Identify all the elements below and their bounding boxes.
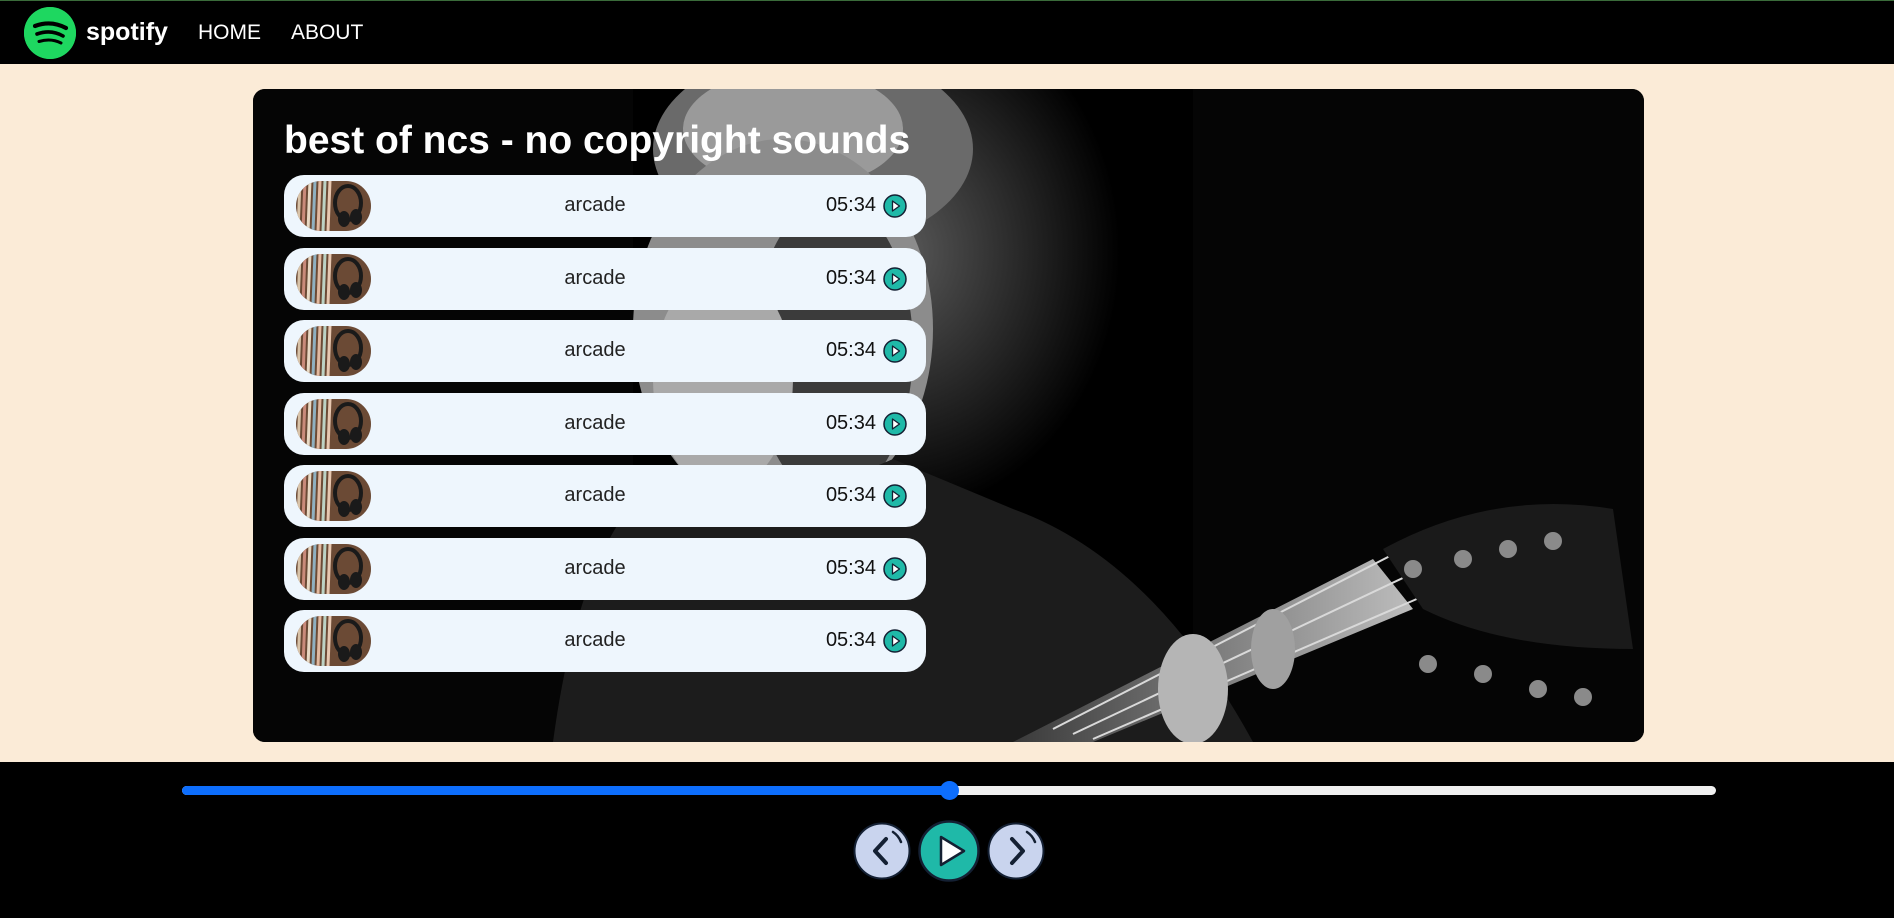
progress-bar[interactable]	[182, 781, 1716, 800]
logo[interactable]: spotify	[24, 6, 168, 59]
playlist-title: best of ncs - no copyright sounds	[284, 119, 911, 162]
song-name: arcade	[564, 339, 626, 361]
song-duration: 05:34	[825, 629, 876, 651]
song-name: arcade	[564, 484, 626, 506]
song-name: arcade	[564, 194, 626, 216]
play-circle-icon	[883, 339, 907, 363]
play-circle-icon	[883, 556, 907, 581]
song-item[interactable]: arcade 05:34	[284, 320, 926, 382]
play-circle-icon	[883, 194, 907, 218]
song-duration: 05:34	[825, 266, 876, 289]
song-item[interactable]: arcade 05:34	[284, 247, 926, 310]
previous-button[interactable]	[853, 822, 911, 880]
song-play-button[interactable]	[883, 484, 907, 508]
song-duration: 05:34	[825, 556, 876, 579]
progress-fill	[182, 786, 949, 795]
spotify-logo-icon	[24, 6, 76, 59]
song-item[interactable]: arcade 05:34	[284, 392, 926, 455]
song-item[interactable]: arcade 05:34	[284, 175, 926, 237]
next-icon	[987, 822, 1045, 880]
previous-icon	[853, 822, 911, 880]
player-bar	[0, 762, 1894, 918]
song-item[interactable]: arcade 05:34	[284, 465, 926, 527]
song-item[interactable]: arcade 05:34	[284, 610, 926, 672]
song-play-button[interactable]	[883, 339, 907, 363]
nav-link-home[interactable]: HOME	[198, 21, 261, 45]
song-duration: 05:34	[825, 411, 876, 434]
progress-handle[interactable]	[940, 781, 959, 800]
song-play-button[interactable]	[883, 411, 907, 436]
play-icon	[918, 820, 980, 882]
song-play-button[interactable]	[883, 556, 907, 581]
song-duration: 05:34	[825, 194, 876, 216]
brand-name: spotify	[86, 18, 168, 46]
play-circle-icon	[883, 411, 907, 436]
song-name: arcade	[564, 629, 626, 651]
song-play-button[interactable]	[883, 266, 907, 291]
song-name: arcade	[564, 411, 626, 434]
navbar: spotify HOME ABOUT	[0, 0, 1894, 64]
playlist-panel: best of ncs - no copyright sounds arcade…	[253, 89, 1644, 742]
song-name: arcade	[564, 556, 626, 579]
play-circle-icon	[883, 266, 907, 291]
song-name: arcade	[564, 266, 626, 289]
song-duration: 05:34	[825, 484, 876, 506]
song-play-button[interactable]	[883, 629, 907, 653]
play-circle-icon	[883, 484, 907, 508]
play-circle-icon	[883, 629, 907, 653]
song-duration: 05:34	[825, 339, 876, 361]
song-list: arcade 05:34 arcade 05:34 arcade 05:34 a…	[284, 175, 926, 683]
next-button[interactable]	[987, 822, 1045, 880]
song-item[interactable]: arcade 05:34	[284, 537, 926, 600]
song-play-button[interactable]	[883, 194, 907, 218]
play-button[interactable]	[918, 820, 980, 882]
nav-link-about[interactable]: ABOUT	[291, 21, 363, 45]
